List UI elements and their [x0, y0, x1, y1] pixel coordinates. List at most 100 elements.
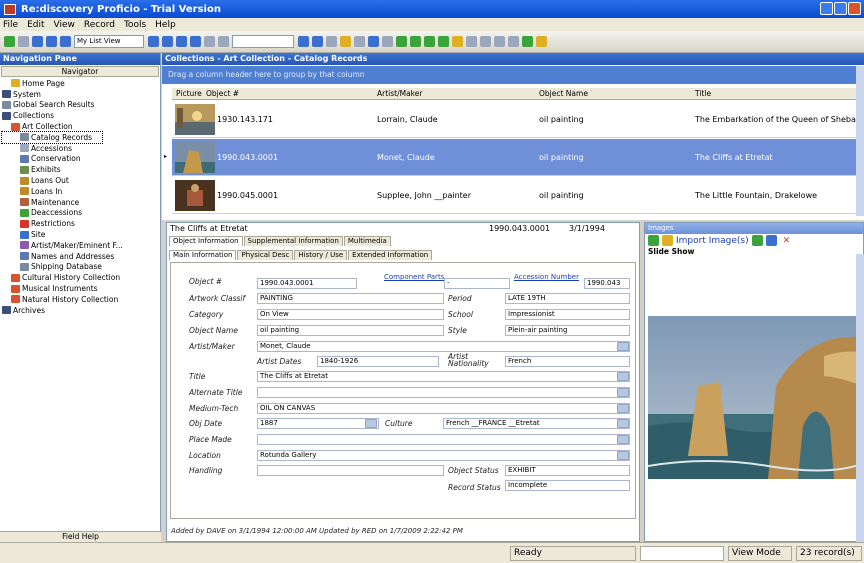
tab-physical-desc[interactable]: Physical Desc	[237, 250, 294, 260]
group-by-hint[interactable]: Drag a column header here to group by th…	[162, 66, 856, 84]
document-icon[interactable]	[466, 36, 477, 47]
field-help-bar[interactable]: Field Help	[0, 531, 161, 542]
field-artwork-classif[interactable]: PAINTING	[257, 293, 444, 304]
field-style[interactable]: Plein-air painting	[505, 325, 630, 336]
nav-item-exhibits[interactable]: Exhibits	[2, 164, 160, 175]
nav-item-loans-out[interactable]: Loans Out	[2, 175, 160, 186]
import-image-icon[interactable]	[662, 235, 673, 246]
field-artist-dates[interactable]: 1840-1926	[317, 356, 439, 367]
maximize-button[interactable]	[834, 2, 847, 15]
menu-file[interactable]: File	[3, 20, 18, 30]
tab-multimedia[interactable]: Multimedia	[343, 236, 391, 246]
nav-item-names-and-addresses[interactable]: Names and Addresses	[2, 251, 160, 262]
field-artist-maker[interactable]: Monet, Claude	[257, 341, 630, 352]
nav-item-accessions[interactable]: Accessions	[2, 143, 160, 154]
artist-lookup-icon[interactable]	[617, 342, 629, 351]
nav-item-system[interactable]: System	[2, 89, 160, 100]
nav-item-maintenance[interactable]: Maintenance	[2, 197, 160, 208]
first-record-icon[interactable]	[148, 36, 159, 47]
navigator-header[interactable]: Navigator	[1, 66, 159, 77]
calendar-icon[interactable]	[365, 419, 377, 428]
nav-item-deaccessions[interactable]: Deaccessions	[2, 208, 160, 219]
col-object-name[interactable]: Object Name	[539, 89, 588, 98]
tree-icon[interactable]	[522, 36, 533, 47]
close-button[interactable]	[848, 2, 861, 15]
col-artist-maker[interactable]: Artist/Maker	[377, 89, 422, 98]
field-record-status[interactable]: Incomplete	[505, 480, 630, 491]
nav-item-global-search-results[interactable]: Global Search Results	[2, 100, 160, 111]
nav-item-cultural-history-collection[interactable]: Cultural History Collection	[2, 272, 160, 283]
menu-record[interactable]: Record	[84, 20, 115, 30]
culture-lookup-icon[interactable]	[617, 419, 629, 428]
field-obj-date[interactable]: 1887	[257, 418, 379, 429]
grid-scrollbar[interactable]	[856, 66, 864, 216]
view-icon[interactable]	[32, 36, 43, 47]
search-input[interactable]	[232, 35, 294, 48]
delete-image-icon[interactable]: ✕	[783, 236, 791, 246]
field-culture[interactable]: French __FRANCE __Etretat	[443, 418, 630, 429]
nav-item-archives[interactable]: Archives	[2, 305, 160, 316]
field-location[interactable]: Rotunda Gallery	[257, 450, 630, 461]
list-icon[interactable]	[46, 36, 57, 47]
image-detail-icon[interactable]	[765, 235, 777, 246]
help-icon[interactable]	[536, 36, 547, 47]
prev-record-icon[interactable]	[162, 36, 173, 47]
field-object-status[interactable]: EXHIBIT	[505, 465, 630, 476]
table-row[interactable]: 1990.045.0001 Supplee, John __painter oi…	[172, 177, 856, 214]
report-icon[interactable]	[452, 36, 463, 47]
import-image-button[interactable]: Import Image(s)	[676, 236, 749, 246]
nav-item-site[interactable]: Site	[2, 229, 160, 240]
new-record-icon[interactable]	[396, 36, 407, 47]
field-artist-nationality[interactable]: French	[505, 356, 630, 367]
images-scrollbar[interactable]	[856, 254, 864, 542]
tab-history-use[interactable]: History / Use	[294, 250, 348, 260]
table-row-selected[interactable]: ▸ 1990.043.0001 Monet, Claude oil painti…	[164, 139, 856, 176]
field-medium-tech[interactable]: OIL ON CANVAS	[257, 403, 630, 414]
clear-icon[interactable]	[382, 36, 393, 47]
image-view-icon[interactable]	[648, 235, 659, 246]
table-icon[interactable]	[480, 36, 491, 47]
back-icon[interactable]	[4, 36, 15, 47]
view-select[interactable]: My List View	[74, 35, 144, 48]
menu-edit[interactable]: Edit	[27, 20, 44, 30]
nav-item-loans-in[interactable]: Loans In	[2, 186, 160, 197]
binoculars-icon[interactable]	[326, 36, 337, 47]
field-period[interactable]: LATE 19TH	[505, 293, 630, 304]
menu-tools[interactable]: Tools	[124, 20, 146, 30]
nav-item-catalog-records[interactable]: Catalog Records	[1, 131, 103, 144]
filter-icon[interactable]	[354, 36, 365, 47]
nav-item-shipping-database[interactable]: Shipping Database	[2, 262, 160, 273]
last-record-icon[interactable]	[190, 36, 201, 47]
medium-lookup-icon[interactable]	[617, 404, 629, 413]
thumbnails-icon[interactable]	[751, 235, 763, 246]
place-lookup-icon[interactable]	[617, 435, 629, 444]
title-lookup-icon[interactable]	[617, 372, 629, 381]
nav-item-collections[interactable]: Collections	[2, 110, 160, 121]
nav-item-artist-maker-eminent-f[interactable]: Artist/Maker/Eminent F...	[2, 240, 160, 251]
menu-help[interactable]: Help	[155, 20, 176, 30]
nav-item-restrictions[interactable]: Restrictions	[2, 218, 160, 229]
sort-icon[interactable]	[368, 36, 379, 47]
field-object-name[interactable]: oil painting	[257, 325, 444, 336]
copy-record-icon[interactable]	[424, 36, 435, 47]
delete-record-icon[interactable]	[438, 36, 449, 47]
field-object-number[interactable]: 1990.043.0001	[257, 278, 357, 289]
col-title[interactable]: Title	[695, 89, 711, 98]
export-icon[interactable]	[508, 36, 519, 47]
play-icon[interactable]	[312, 36, 323, 47]
tab-supplemental-information[interactable]: Supplemental Information	[243, 236, 343, 246]
minimize-button[interactable]	[820, 2, 833, 15]
field-school[interactable]: Impressionist	[505, 309, 630, 320]
field-component-parts[interactable]: -	[444, 278, 510, 289]
field-title[interactable]: The Cliffs at Etretat	[257, 371, 630, 382]
menu-view[interactable]: View	[54, 20, 75, 30]
nav-item-home-page[interactable]: Home Page	[2, 78, 160, 89]
col-picture[interactable]: Picture	[176, 89, 202, 98]
field-place-made[interactable]	[257, 434, 630, 445]
forward-icon[interactable]	[18, 36, 29, 47]
table-row[interactable]: 1930.143.171 Lorrain, Claude oil paintin…	[172, 101, 856, 138]
form-icon[interactable]	[60, 36, 71, 47]
nav-item-natural-history-collection[interactable]: Natural History Collection	[2, 294, 160, 305]
tab-main-information[interactable]: Main Information	[169, 250, 237, 260]
field-category[interactable]: On View	[257, 309, 444, 320]
